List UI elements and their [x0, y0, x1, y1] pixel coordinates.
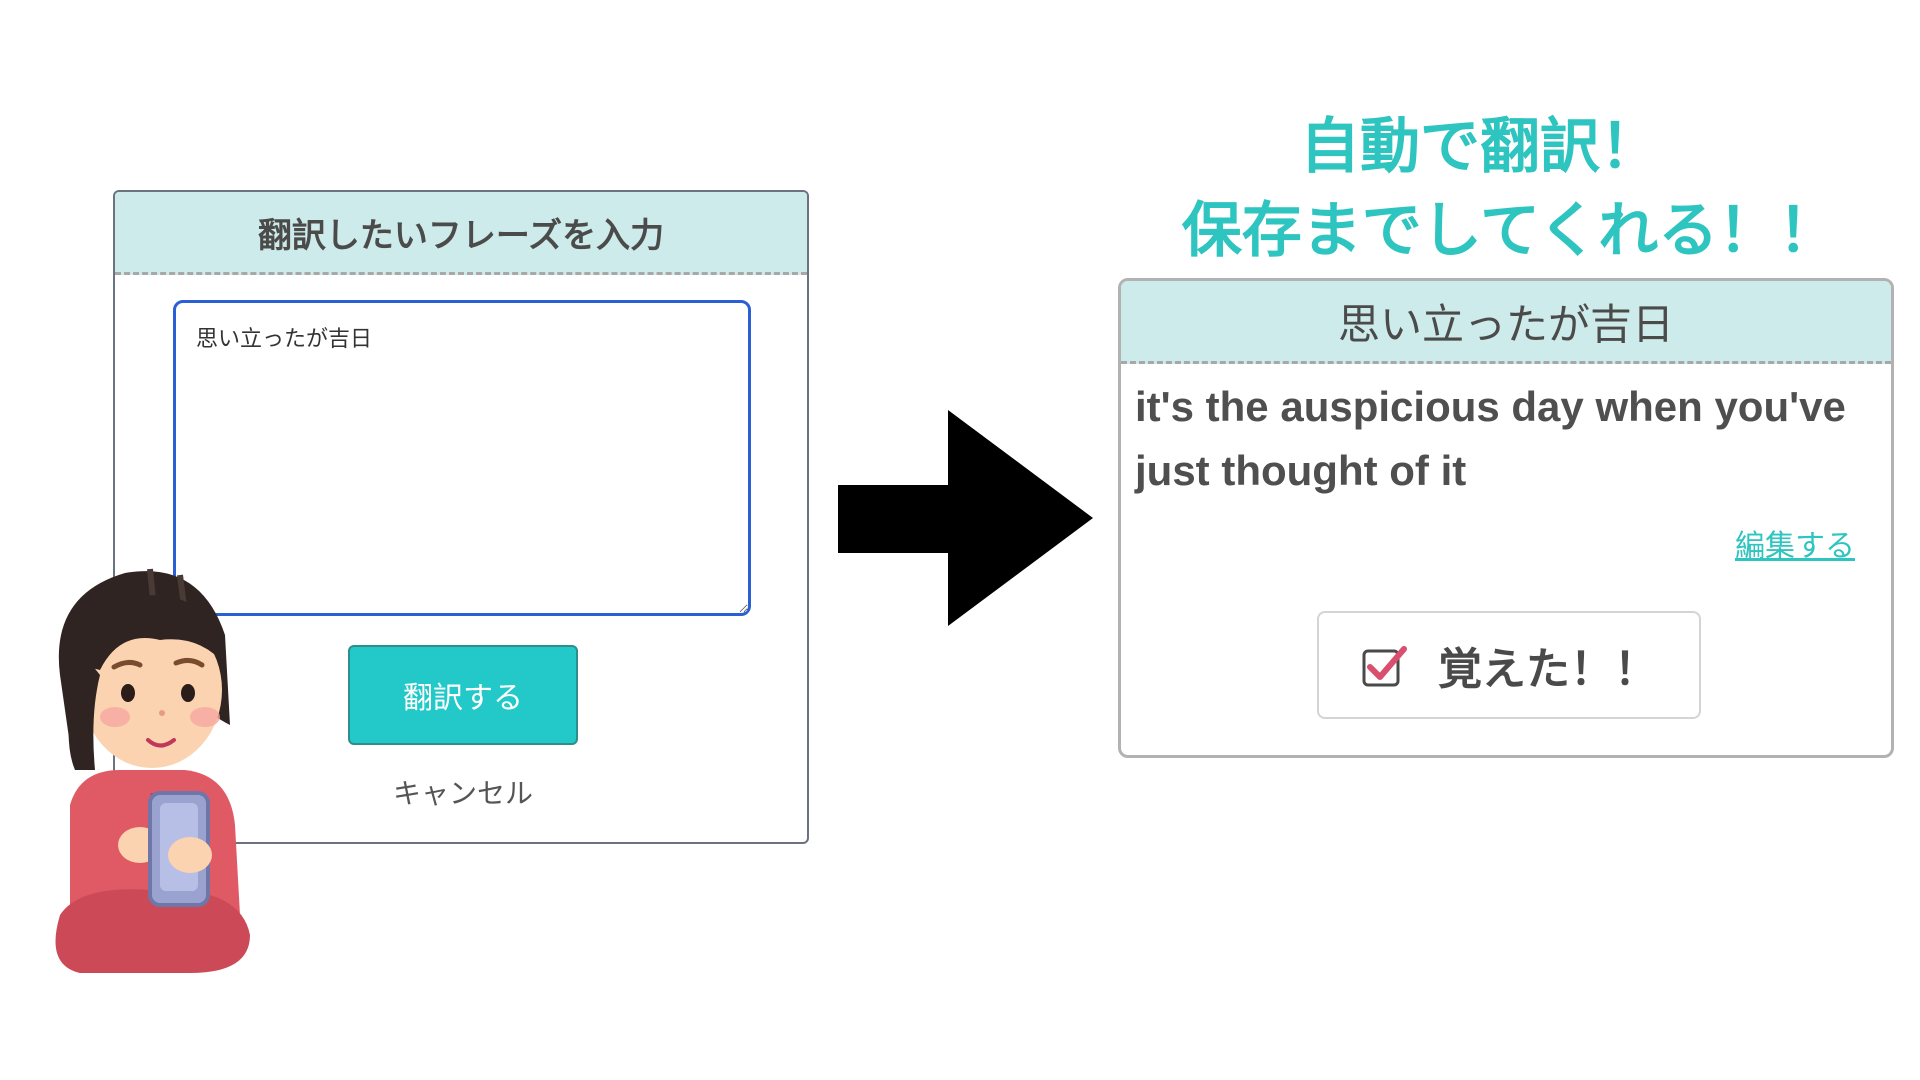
phrase-input[interactable]: 思い立ったが吉日 — [173, 300, 751, 616]
girl-with-smartphone-illustration — [55, 568, 250, 973]
learned-button[interactable]: 覚えた！！ — [1317, 611, 1701, 719]
edit-link[interactable]: 編集する — [1735, 521, 1855, 565]
arrow-right-icon — [838, 410, 1093, 626]
screen: 翻訳したいフレーズを入力 思い立ったが吉日 翻訳する キャンセル 自動で翻訳！ … — [0, 0, 1920, 1080]
saved-phrase-card: 思い立ったが吉日 it's the auspicious day when yo… — [1118, 278, 1894, 758]
translation-text: it's the auspicious day when you've just… — [1135, 383, 1846, 494]
card-phrase-title: 思い立ったが吉日 — [1121, 281, 1891, 364]
translate-button[interactable]: 翻訳する — [348, 645, 578, 745]
headline-line-1: 自動で翻訳！ — [1300, 112, 1660, 182]
cancel-link[interactable]: キャンセル — [348, 772, 578, 812]
headline-line-2: 保存までしてくれる！！ — [1181, 196, 1839, 266]
learned-button-label: 覚えた！！ — [1438, 644, 1658, 695]
modal-title: 翻訳したいフレーズを入力 — [115, 192, 807, 275]
checkbox-checked-icon — [1362, 646, 1407, 687]
